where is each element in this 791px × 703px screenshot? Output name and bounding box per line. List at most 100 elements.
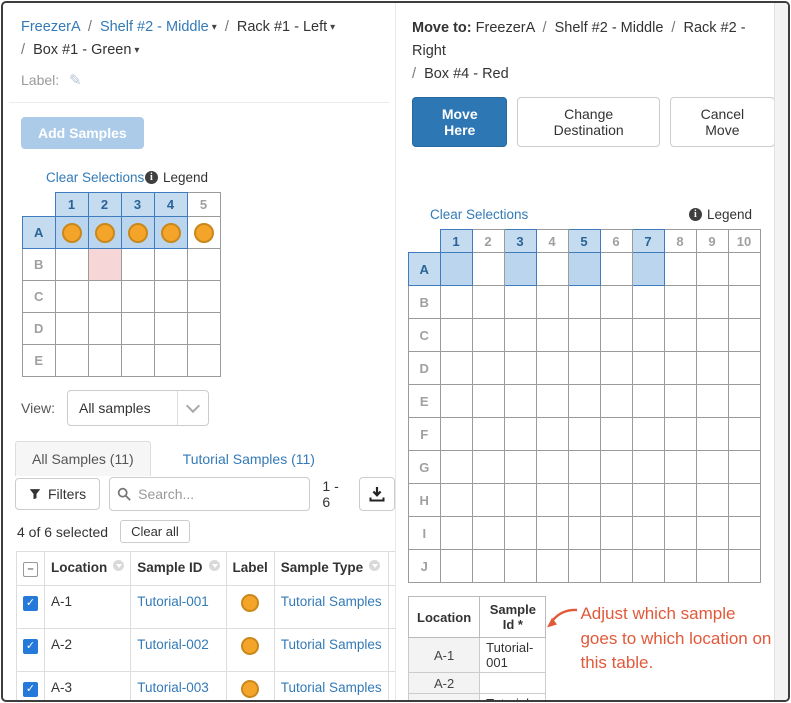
legend-toggle[interactable]: i Legend (689, 207, 752, 222)
sample-id-link[interactable]: Tutorial-001 (137, 594, 209, 609)
grid-row-header-C[interactable]: C (23, 281, 56, 313)
grid-row-header-B[interactable]: B (23, 249, 56, 281)
grid-row-header-E[interactable]: E (409, 385, 441, 418)
grid-cell-D2[interactable] (472, 352, 504, 385)
grid-cell-E3[interactable] (504, 385, 536, 418)
grid-cell-A6[interactable] (600, 253, 632, 286)
grid-cell-E1[interactable] (440, 385, 472, 418)
grid-cell-G6[interactable] (600, 451, 632, 484)
edit-pencil-icon[interactable]: ✎ (69, 72, 82, 89)
grid-cell-J6[interactable] (600, 550, 632, 583)
sample-id-link[interactable]: Tutorial-002 (137, 637, 209, 652)
grid-col-header-1[interactable]: 1 (55, 193, 88, 217)
grid-cell-G8[interactable] (664, 451, 696, 484)
grid-cell-B3[interactable] (121, 249, 154, 281)
grid-cell-A2[interactable] (472, 253, 504, 286)
tab-all-samples[interactable]: All Samples (11) (15, 441, 151, 476)
clear-selections-link[interactable]: Clear Selections (430, 207, 528, 222)
grid-row-header-H[interactable]: H (409, 484, 441, 517)
grid-col-header-7[interactable]: 7 (632, 230, 664, 253)
sample-type-link[interactable]: Tutorial Samples (281, 594, 382, 609)
grid-cell-C7[interactable] (632, 319, 664, 352)
grid-cell-E4[interactable] (536, 385, 568, 418)
change-destination-button[interactable]: Change Destination (517, 97, 659, 147)
grid-cell-F8[interactable] (664, 418, 696, 451)
grid-cell-A8[interactable] (664, 253, 696, 286)
grid-cell-C1[interactable] (55, 281, 88, 313)
grid-cell-A5[interactable] (568, 253, 600, 286)
breadcrumb-shelf[interactable]: Shelf #2 - Middle (100, 19, 209, 35)
grid-cell-F3[interactable] (504, 418, 536, 451)
grid-cell-I9[interactable] (696, 517, 728, 550)
grid-cell-D3[interactable] (121, 313, 154, 345)
select-all-checkbox[interactable]: – (23, 562, 38, 577)
grid-cell-C1[interactable] (440, 319, 472, 352)
grid-cell-I10[interactable] (728, 517, 760, 550)
sample-type-link[interactable]: Tutorial Samples (281, 637, 382, 652)
grid-cell-J7[interactable] (632, 550, 664, 583)
grid-cell-F4[interactable] (536, 418, 568, 451)
breadcrumb-box[interactable]: Box #1 - Green (33, 42, 131, 58)
grid-cell-D1[interactable] (55, 313, 88, 345)
grid-cell-I6[interactable] (600, 517, 632, 550)
clear-all-button[interactable]: Clear all (120, 520, 190, 543)
breadcrumb-rack[interactable]: Rack #1 - Left (237, 19, 327, 35)
grid-cell-D7[interactable] (632, 352, 664, 385)
grid-cell-E7[interactable] (632, 385, 664, 418)
grid-cell-B10[interactable] (728, 286, 760, 319)
grid-cell-B2[interactable] (88, 249, 121, 281)
grid-cell-D5[interactable] (568, 352, 600, 385)
grid-cell-E2[interactable] (88, 345, 121, 377)
grid-cell-A5[interactable] (187, 217, 220, 249)
grid-cell-C10[interactable] (728, 319, 760, 352)
grid-row-header-J[interactable]: J (409, 550, 441, 583)
row-checkbox[interactable]: ✓ (23, 639, 38, 654)
grid-cell-F1[interactable] (440, 418, 472, 451)
grid-row-header-A[interactable]: A (23, 217, 56, 249)
grid-cell-J5[interactable] (568, 550, 600, 583)
sort-icon[interactable] (209, 560, 220, 571)
column-header-sample-type[interactable]: Sample Type (274, 552, 388, 586)
grid-cell-C5[interactable] (568, 319, 600, 352)
grid-cell-E5[interactable] (187, 345, 220, 377)
column-header-location[interactable]: Location (45, 552, 131, 586)
clear-selections-link[interactable]: Clear Selections (46, 170, 144, 185)
chevron-down-icon[interactable]: ▾ (330, 22, 335, 33)
grid-cell-B6[interactable] (600, 286, 632, 319)
grid-cell-E10[interactable] (728, 385, 760, 418)
grid-cell-D4[interactable] (536, 352, 568, 385)
grid-cell-H7[interactable] (632, 484, 664, 517)
legend-toggle[interactable]: i Legend (145, 170, 208, 185)
grid-cell-D4[interactable] (154, 313, 187, 345)
grid-cell-J9[interactable] (696, 550, 728, 583)
grid-row-header-G[interactable]: G (409, 451, 441, 484)
grid-cell-B2[interactable] (472, 286, 504, 319)
grid-cell-F2[interactable] (472, 418, 504, 451)
grid-cell-A3[interactable] (121, 217, 154, 249)
filters-button[interactable]: Filters (15, 478, 100, 510)
grid-col-header-3[interactable]: 3 (504, 230, 536, 253)
grid-cell-A1[interactable] (55, 217, 88, 249)
grid-cell-C2[interactable] (472, 319, 504, 352)
grid-cell-A4[interactable] (154, 217, 187, 249)
grid-cell-H4[interactable] (536, 484, 568, 517)
grid-cell-G10[interactable] (728, 451, 760, 484)
grid-cell-I7[interactable] (632, 517, 664, 550)
grid-row-header-B[interactable]: B (409, 286, 441, 319)
grid-col-header-6[interactable]: 6 (600, 230, 632, 253)
grid-cell-B1[interactable] (55, 249, 88, 281)
grid-cell-H9[interactable] (696, 484, 728, 517)
grid-row-header-A[interactable]: A (409, 253, 441, 286)
grid-cell-H2[interactable] (472, 484, 504, 517)
row-checkbox[interactable]: ✓ (23, 682, 38, 697)
grid-cell-B7[interactable] (632, 286, 664, 319)
grid-cell-C9[interactable] (696, 319, 728, 352)
grid-cell-B4[interactable] (154, 249, 187, 281)
grid-cell-B8[interactable] (664, 286, 696, 319)
grid-cell-F5[interactable] (568, 418, 600, 451)
grid-cell-E5[interactable] (568, 385, 600, 418)
grid-cell-C4[interactable] (154, 281, 187, 313)
grid-cell-H1[interactable] (440, 484, 472, 517)
grid-cell-I2[interactable] (472, 517, 504, 550)
grid-row-header-I[interactable]: I (409, 517, 441, 550)
